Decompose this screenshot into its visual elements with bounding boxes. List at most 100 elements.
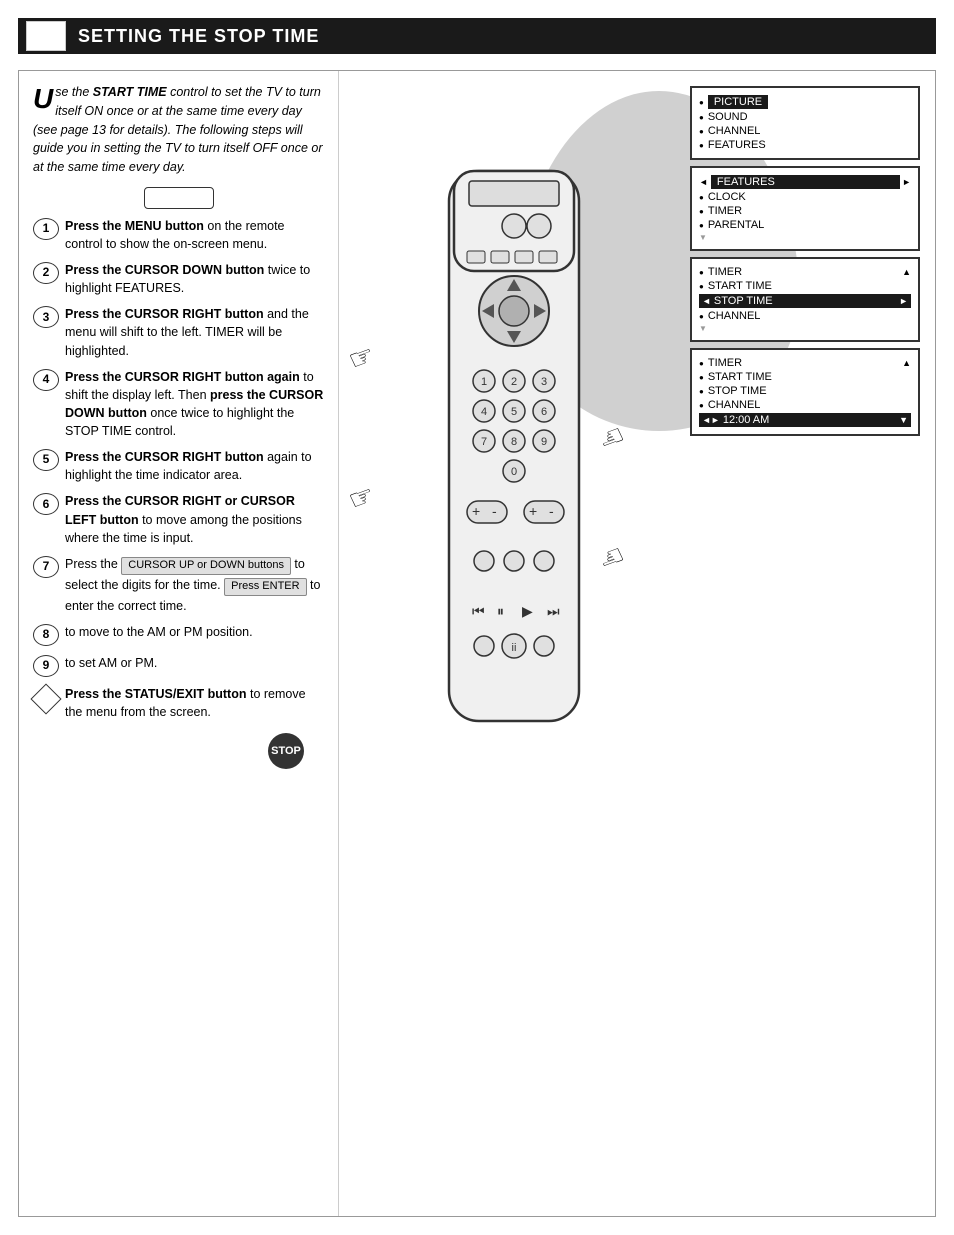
menu2-item5: ▼ bbox=[699, 233, 911, 242]
step-6: 6 Press the CURSOR RIGHT or CURSOR LEFT … bbox=[33, 492, 324, 546]
menu1-item1: ● PICTURE bbox=[699, 95, 911, 109]
menu2-item1: ◄ FEATURES ► bbox=[699, 175, 911, 189]
step-number-7: 7 bbox=[33, 556, 59, 578]
step-number-6: 6 bbox=[33, 493, 59, 515]
menu4-item4-label: CHANNEL bbox=[708, 399, 761, 411]
hand-indicator-1: ☞ bbox=[344, 338, 379, 378]
step-number-3: 3 bbox=[33, 306, 59, 328]
menu2-item2: ● CLOCK bbox=[699, 191, 911, 203]
svg-text:⏭: ⏭ bbox=[547, 603, 560, 619]
step-7: 7 Press the CURSOR UP or DOWN buttons to… bbox=[33, 555, 324, 615]
menu-screens: ● PICTURE ● SOUND ● CHANNEL ● FEATURES bbox=[690, 86, 920, 442]
step-1-text: Press the MENU button on the remote cont… bbox=[65, 217, 324, 253]
step-7-inline-2: Press ENTER bbox=[224, 578, 306, 596]
menu4-item5-label: 12:00 AM bbox=[723, 414, 899, 426]
menu4-item2: ● START TIME bbox=[699, 371, 911, 383]
svg-text:⏮: ⏮ bbox=[472, 603, 485, 619]
drop-cap: U bbox=[33, 85, 53, 113]
step-number-5: 5 bbox=[33, 449, 59, 471]
step-4: 4 Press the CURSOR RIGHT button again to… bbox=[33, 368, 324, 441]
stop-badge: STOP bbox=[268, 733, 304, 769]
step-8-text: to move to the AM or PM position. bbox=[65, 623, 324, 641]
hand-indicator-3: ☞ bbox=[344, 478, 379, 518]
remote-svg: 1 2 3 4 5 6 7 8 9 0 bbox=[379, 151, 659, 851]
menu4-item2-label: START TIME bbox=[708, 371, 772, 383]
step-number-1: 1 bbox=[33, 218, 59, 240]
page-title: SETTING THE STOP TIME bbox=[78, 26, 319, 47]
left-panel: Use the START TIME control to set the TV… bbox=[19, 71, 339, 1216]
menu3-item3: ◄ STOP TIME ► bbox=[699, 294, 911, 308]
remote-control-area: 1 2 3 4 5 6 7 8 9 0 bbox=[379, 151, 659, 854]
step-number-9: 9 bbox=[33, 655, 59, 677]
svg-text:7: 7 bbox=[481, 436, 487, 448]
menu-screen-3: ● TIMER ▲ ● START TIME ◄ STOP TIME ► ● C… bbox=[690, 257, 920, 342]
menu4-item1: ● TIMER ▲ bbox=[699, 357, 911, 369]
step-9: 9 to set AM or PM. bbox=[33, 654, 324, 677]
svg-text:-: - bbox=[492, 503, 497, 519]
menu3-item5: ▼ bbox=[699, 324, 911, 333]
menu1-item3-label: CHANNEL bbox=[708, 125, 761, 137]
main-content: Use the START TIME control to set the TV… bbox=[18, 70, 936, 1217]
svg-text:3: 3 bbox=[541, 376, 547, 388]
svg-text:8: 8 bbox=[511, 436, 517, 448]
step-5: 5 Press the CURSOR RIGHT button again to… bbox=[33, 448, 324, 484]
step-2: 2 Press the CURSOR DOWN button twice to … bbox=[33, 261, 324, 297]
step-9-text: to set AM or PM. bbox=[65, 654, 324, 672]
svg-text:⏸: ⏸ bbox=[497, 603, 504, 619]
step-7-text: Press the CURSOR UP or DOWN buttons to s… bbox=[65, 555, 324, 615]
svg-text:5: 5 bbox=[511, 406, 517, 418]
header-box bbox=[26, 21, 66, 51]
step-number-4: 4 bbox=[33, 369, 59, 391]
menu1-item4: ● FEATURES bbox=[699, 139, 911, 151]
menu2-item4: ● PARENTAL bbox=[699, 219, 911, 231]
menu4-item1-label: TIMER bbox=[708, 357, 742, 369]
intro-text: Use the START TIME control to set the TV… bbox=[33, 83, 324, 177]
step-1: 1 Press the MENU button on the remote co… bbox=[33, 217, 324, 253]
menu4-item5: ◄► 12:00 AM ▼ bbox=[699, 413, 911, 427]
svg-text:0: 0 bbox=[511, 466, 517, 478]
svg-text:ii: ii bbox=[512, 642, 517, 654]
step-number-2: 2 bbox=[33, 262, 59, 284]
menu3-item4-label: CHANNEL bbox=[708, 310, 761, 322]
menu3-item1: ● TIMER ▲ bbox=[699, 266, 911, 278]
step-7-inline-1: CURSOR UP or DOWN buttons bbox=[121, 557, 291, 575]
menu4-item4: ● CHANNEL bbox=[699, 399, 911, 411]
menu3-item4: ● CHANNEL bbox=[699, 310, 911, 322]
menu2-item2-label: CLOCK bbox=[708, 191, 746, 203]
menu2-item4-label: PARENTAL bbox=[708, 219, 764, 231]
step-3: 3 Press the CURSOR RIGHT button and the … bbox=[33, 305, 324, 359]
svg-text:+: + bbox=[472, 503, 480, 519]
control-indicator bbox=[144, 187, 214, 209]
svg-text:+: + bbox=[529, 503, 537, 519]
svg-text:6: 6 bbox=[541, 406, 547, 418]
step-8: 8 to move to the AM or PM position. bbox=[33, 623, 324, 646]
menu3-item1-label: TIMER bbox=[708, 266, 742, 278]
svg-text:2: 2 bbox=[511, 376, 517, 388]
menu1-item3: ● CHANNEL bbox=[699, 125, 911, 137]
step-number-8: 8 bbox=[33, 624, 59, 646]
svg-text:4: 4 bbox=[481, 406, 487, 418]
step-2-text: Press the CURSOR DOWN button twice to hi… bbox=[65, 261, 324, 297]
menu-screen-4: ● TIMER ▲ ● START TIME ● STOP TIME ● CHA… bbox=[690, 348, 920, 436]
menu-screen-1: ● PICTURE ● SOUND ● CHANNEL ● FEATURES bbox=[690, 86, 920, 160]
menu3-item2-label: START TIME bbox=[708, 280, 772, 292]
svg-text:▶: ▶ bbox=[522, 603, 533, 619]
step-4-text: Press the CURSOR RIGHT button again to s… bbox=[65, 368, 324, 441]
menu2-item3-label: TIMER bbox=[708, 205, 742, 217]
menu1-item2: ● SOUND bbox=[699, 111, 911, 123]
right-panel: ● PICTURE ● SOUND ● CHANNEL ● FEATURES bbox=[339, 71, 935, 1216]
header-bar: SETTING THE STOP TIME bbox=[18, 18, 936, 54]
menu1-item2-label: SOUND bbox=[708, 111, 748, 123]
menu2-item3: ● TIMER bbox=[699, 205, 911, 217]
menu2-item1-label: FEATURES bbox=[711, 175, 900, 189]
step-final: Press the STATUS/EXIT button to remove t… bbox=[33, 685, 324, 721]
menu1-item1-label: PICTURE bbox=[708, 95, 768, 109]
step-3-text: Press the CURSOR RIGHT button and the me… bbox=[65, 305, 324, 359]
step-6-text: Press the CURSOR RIGHT or CURSOR LEFT bu… bbox=[65, 492, 324, 546]
svg-text:9: 9 bbox=[541, 436, 547, 448]
menu-screen-2: ◄ FEATURES ► ● CLOCK ● TIMER ● PARENTAL bbox=[690, 166, 920, 251]
menu3-item2: ● START TIME bbox=[699, 280, 911, 292]
step-5-text: Press the CURSOR RIGHT button again to h… bbox=[65, 448, 324, 484]
menu3-item3-label: STOP TIME bbox=[714, 295, 899, 307]
svg-text:1: 1 bbox=[481, 376, 487, 388]
